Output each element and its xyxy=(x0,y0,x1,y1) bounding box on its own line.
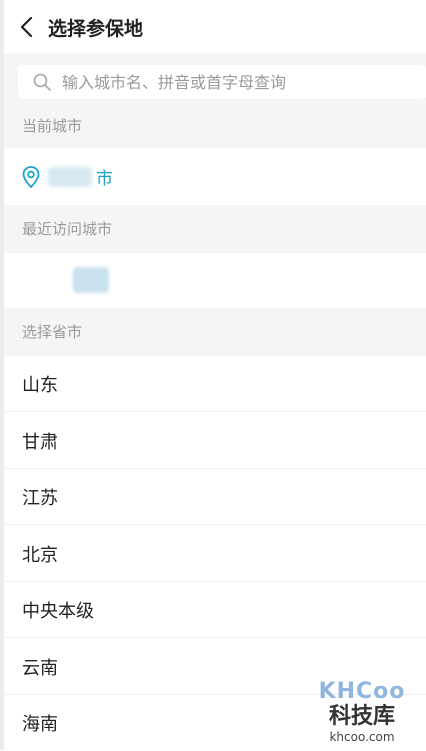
section-select-province: 选择省市 xyxy=(4,308,426,356)
province-item[interactable]: 山东 xyxy=(4,356,426,412)
location-pin-icon xyxy=(22,165,40,188)
section-current-city: 当前城市 xyxy=(4,105,426,148)
province-item[interactable]: 中央本级 xyxy=(4,582,426,638)
recent-cities-row xyxy=(4,253,426,308)
province-item[interactable]: 江苏 xyxy=(4,469,426,525)
recent-city-redacted[interactable] xyxy=(73,267,109,293)
chevron-left-icon xyxy=(20,16,33,38)
province-item[interactable]: 北京 xyxy=(4,526,426,582)
current-city-name-redacted xyxy=(48,166,92,187)
watermark-name: 科技库 xyxy=(328,704,395,729)
search-icon xyxy=(33,73,51,91)
search-area xyxy=(4,55,426,105)
watermark: KHCoo 科技库 khcoo.com xyxy=(312,680,412,746)
watermark-url: khcoo.com xyxy=(329,730,395,744)
province-item[interactable]: 甘肃 xyxy=(4,413,426,469)
current-city-item[interactable]: 市 xyxy=(4,148,426,205)
search-box[interactable] xyxy=(18,65,426,99)
section-recent-cities: 最近访问城市 xyxy=(4,205,426,253)
current-city-suffix: 市 xyxy=(96,169,113,189)
watermark-logo: KHCoo xyxy=(318,679,406,704)
page-title: 选择参保地 xyxy=(48,17,144,40)
search-input[interactable] xyxy=(60,71,426,93)
top-bar: 选择参保地 xyxy=(4,0,426,55)
back-button[interactable] xyxy=(4,0,48,54)
